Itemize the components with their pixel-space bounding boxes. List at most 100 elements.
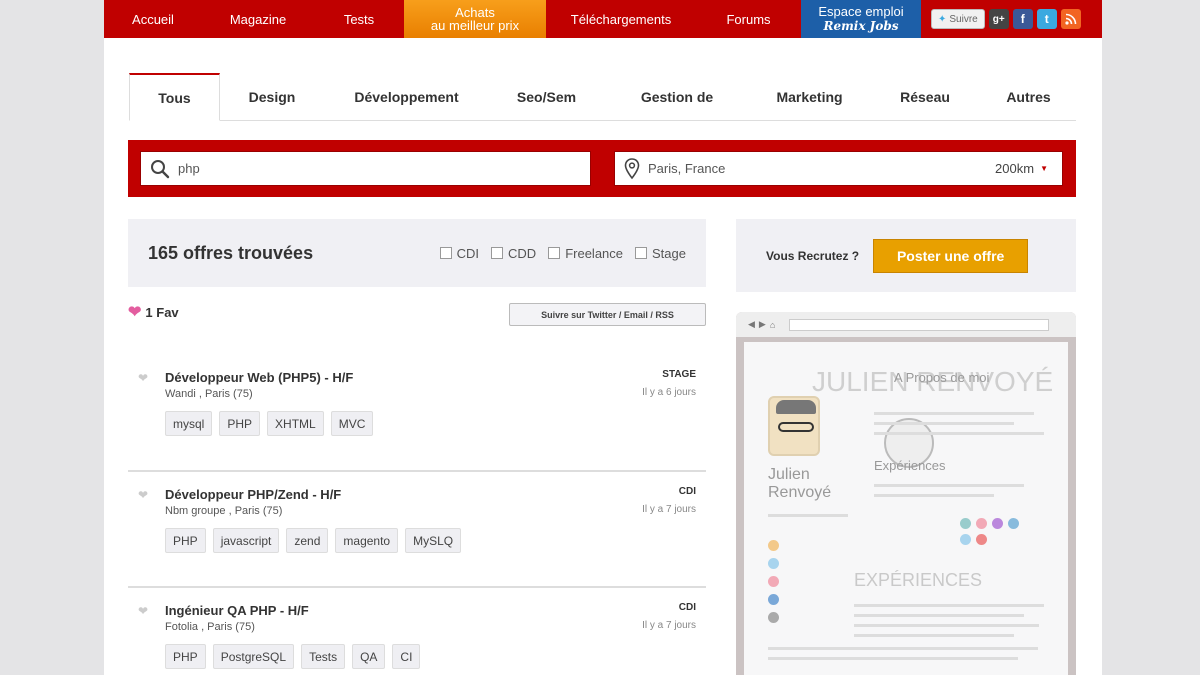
twitter-bird-icon: ✦ — [938, 13, 947, 25]
keyword-input[interactable] — [178, 161, 578, 176]
nav-espace-emploi[interactable]: Espace emploi Remix Jobs — [801, 0, 921, 38]
twitter-icon[interactable]: t — [1036, 9, 1057, 29]
preview-page: JULIEN RENVOYÉ A Propos de moi Julien Re… — [744, 342, 1068, 675]
post-offer-button[interactable]: Poster une offre — [873, 238, 1029, 273]
top-nav: Accueil Magazine Tests Achats au meilleu… — [104, 0, 1102, 38]
google-plus-icon[interactable]: g+ — [988, 9, 1009, 29]
tab-autres[interactable]: Autres — [981, 73, 1076, 120]
job-date: Il y a 7 jours — [642, 620, 696, 631]
cv-preview-ad[interactable]: ◀ ▶ ⌂ JULIEN RENVOYÉ A Propos de moi Jul… — [736, 312, 1076, 675]
job-listing[interactable]: ❤ Développeur PHP/Zend - H/F Nbm groupe … — [128, 471, 706, 587]
glasses-shape — [778, 422, 814, 432]
checkbox-stage[interactable] — [635, 247, 648, 259]
follow-twitter-email-rss-button[interactable]: Suivre sur Twitter / Email / RSS — [509, 303, 706, 326]
tab-tous[interactable]: Tous — [129, 73, 220, 121]
job-title[interactable]: Ingénieur QA PHP - H/F — [165, 603, 309, 618]
preview-experiences-heading: Expériences — [874, 458, 946, 473]
favorite-heart-icon[interactable]: ❤ — [138, 488, 148, 502]
filter-freelance-label: Freelance — [565, 245, 624, 261]
results-count: 165 offres trouvées — [148, 242, 314, 263]
tab-developpement[interactable]: Développement — [324, 73, 489, 120]
filter-cdi[interactable]: CDI — [439, 245, 480, 261]
nav-accueil[interactable]: Accueil — [104, 0, 202, 38]
location-input[interactable] — [648, 161, 968, 176]
tag[interactable]: CI — [392, 644, 421, 669]
location-search-box: 200km ▼ — [614, 151, 1063, 186]
job-title[interactable]: Développeur PHP/Zend - H/F — [165, 487, 341, 502]
job-listing[interactable]: ❤ Ingénieur QA PHP - H/F Fotolia , Paris… — [128, 587, 706, 675]
tag[interactable]: javascript — [212, 528, 280, 553]
contract-filters: CDI CDD Freelance Stage — [439, 245, 686, 261]
tag[interactable]: PHP — [165, 528, 206, 553]
job-listing[interactable]: ❤ Développeur Web (PHP5) - H/F Wandi , P… — [128, 355, 706, 471]
filter-cdi-label: CDI — [456, 245, 480, 261]
tab-marketing[interactable]: Marketing — [750, 73, 869, 120]
twitter-follow-button[interactable]: ✦ Suivre — [931, 9, 985, 29]
back-arrow-icon: ◀ — [748, 319, 755, 329]
nav-emploi-line1: Espace emploi — [818, 4, 904, 19]
tag[interactable]: PHP — [165, 644, 206, 669]
job-date: Il y a 7 jours — [642, 504, 696, 515]
tag[interactable]: mysql — [165, 411, 213, 436]
nav-magazine[interactable]: Magazine — [202, 0, 314, 38]
keyword-search-box — [140, 151, 591, 186]
hat-shape — [776, 400, 816, 414]
filter-freelance[interactable]: Freelance — [548, 246, 623, 261]
nav-achats[interactable]: Achats au meilleur prix — [404, 0, 546, 38]
recruit-box: Vous Recrutez ? Poster une offre — [736, 219, 1076, 292]
job-contract-type: CDI — [678, 486, 696, 497]
checkbox-freelance[interactable] — [548, 247, 561, 259]
job-contract-type: CDI — [678, 602, 696, 613]
facebook-icon[interactable]: f — [1012, 9, 1033, 29]
heart-icon: ❤ — [128, 304, 142, 321]
tag[interactable]: PostgreSQL — [212, 644, 295, 669]
checkbox-cdi[interactable] — [439, 247, 452, 259]
radius-value: 200km — [995, 161, 1035, 176]
fav-count: 1 Fav — [145, 304, 179, 320]
tag[interactable]: Tests — [301, 644, 346, 669]
tab-seo-sem[interactable]: Seo/Sem — [489, 73, 604, 120]
job-tags: mysql PHP XHTML MVC — [165, 411, 374, 436]
tag[interactable]: MVC — [330, 411, 374, 436]
caret-down-icon: ▼ — [1040, 164, 1048, 173]
suivre-label: Suivre — [949, 13, 978, 25]
tag[interactable]: magento — [335, 528, 399, 553]
category-tabs: Tous Design Développement Seo/Sem Gestio… — [129, 73, 1076, 121]
location-pin-icon — [624, 157, 640, 180]
tag[interactable]: zend — [286, 528, 329, 553]
checkbox-cdd[interactable] — [491, 247, 504, 259]
avatar — [768, 396, 820, 456]
rss-icon[interactable] — [1060, 9, 1081, 29]
tab-design[interactable]: Design — [220, 73, 324, 120]
recruit-label: Vous Recrutez ? — [766, 248, 860, 263]
preview-about: A Propos de moi — [894, 370, 990, 385]
job-date: Il y a 6 jours — [642, 387, 696, 398]
preview-url-field — [789, 318, 1050, 331]
job-company: Nbm groupe , Paris (75) — [165, 505, 283, 517]
filter-stage[interactable]: Stage — [635, 246, 686, 261]
social-links: ✦ Suivre g+ f t — [931, 0, 1081, 38]
tag[interactable]: MySLQ — [405, 528, 462, 553]
nav-forums[interactable]: Forums — [696, 0, 801, 38]
page: Accueil Magazine Tests Achats au meilleu… — [104, 0, 1102, 675]
preview-name: Julien Renvoyé — [768, 466, 832, 501]
tag[interactable]: QA — [352, 644, 386, 669]
tab-gestion-de[interactable]: Gestion de — [604, 73, 750, 120]
radius-select[interactable]: 200km ▼ — [995, 161, 1048, 176]
favorite-heart-icon[interactable]: ❤ — [138, 371, 148, 385]
tab-reseau[interactable]: Réseau — [869, 73, 981, 120]
favorites-link[interactable]: ❤ 1 Fav — [128, 302, 179, 322]
tag[interactable]: XHTML — [267, 411, 324, 436]
nav-tests[interactable]: Tests — [314, 0, 404, 38]
preview-browser-bar: ◀ ▶ ⌂ — [736, 312, 1076, 337]
filter-stage-label: Stage — [652, 245, 686, 261]
job-company: Wandi , Paris (75) — [165, 388, 253, 400]
job-company: Fotolia , Paris (75) — [165, 621, 255, 633]
tag[interactable]: PHP — [219, 411, 261, 436]
nav-telechargements[interactable]: Téléchargements — [546, 0, 696, 38]
favorite-heart-icon[interactable]: ❤ — [138, 604, 148, 618]
job-title[interactable]: Développeur Web (PHP5) - H/F — [165, 370, 353, 385]
job-contract-type: STAGE — [662, 369, 696, 380]
filter-cdd[interactable]: CDD — [491, 246, 536, 261]
job-tags: PHP PostgreSQL Tests QA CI — [165, 644, 421, 669]
